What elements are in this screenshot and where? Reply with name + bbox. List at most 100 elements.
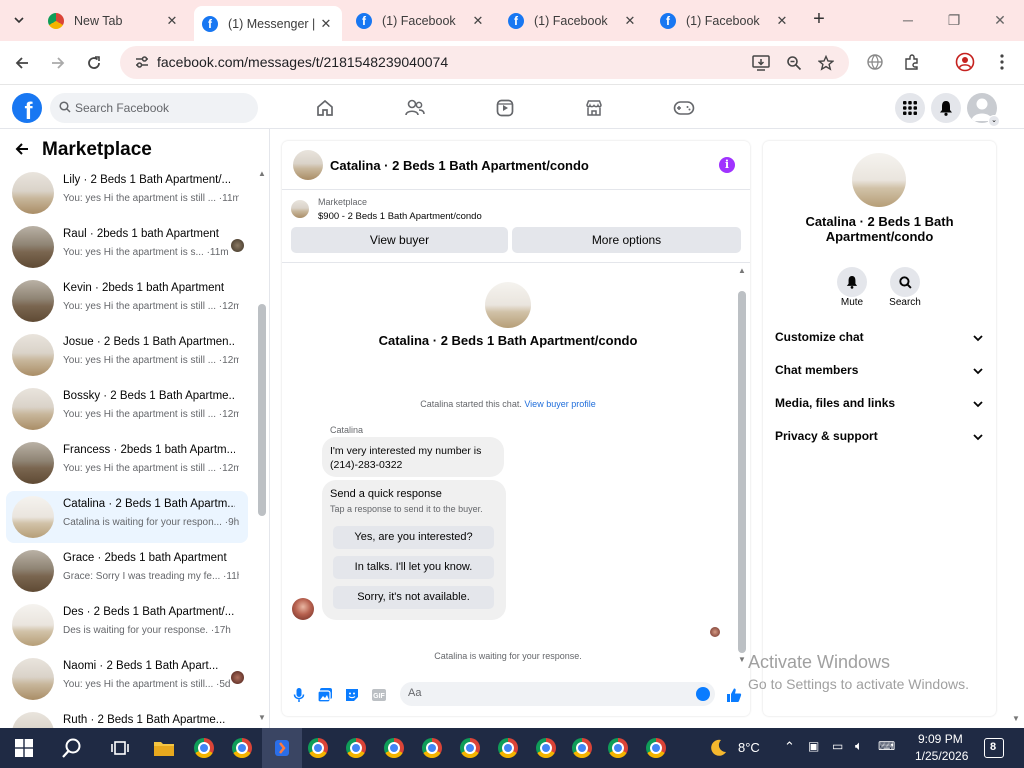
conversation-item[interactable]: Josue · 2 Beds 1 Bath Apartmen... You: y… [6, 329, 248, 381]
view-buyer-profile-link[interactable]: View buyer profile [524, 399, 595, 409]
chrome-taskbar-icon[interactable] [534, 736, 558, 760]
keyboard-icon[interactable]: ⌨︎ [878, 739, 895, 753]
emoji-icon[interactable] [696, 687, 710, 701]
view-buyer-button[interactable]: View buyer [291, 227, 508, 253]
tab-facebook-3[interactable]: f (1) Facebook ✕ [652, 6, 798, 35]
conversation-item[interactable]: Naomi · 2 Beds 1 Bath Apart... You: yes … [6, 653, 248, 705]
volume-icon[interactable]: 🔈︎ [855, 738, 863, 754]
contact-avatar[interactable] [852, 153, 906, 207]
chat-title[interactable]: Catalina · 2 Beds 1 Bath Apartment/condo [330, 158, 589, 173]
sticker-icon[interactable] [344, 687, 360, 703]
listing-title[interactable]: $900 - 2 Beds 1 Bath Apartment/condo [318, 211, 482, 222]
new-tab-button[interactable]: + [808, 9, 830, 31]
conversation-item[interactable]: Des · 2 Beds 1 Bath Apartment/... Des is… [6, 599, 248, 651]
friends-icon[interactable] [404, 97, 426, 119]
marketplace-icon[interactable] [583, 97, 605, 119]
message-input[interactable]: Aa [400, 682, 715, 706]
zoom-icon[interactable] [785, 54, 803, 72]
chevron-up-icon[interactable]: ⌃ [784, 739, 795, 755]
photo-icon[interactable] [317, 687, 333, 703]
kebab-menu-icon[interactable] [992, 52, 1012, 72]
close-icon[interactable]: ✕ [774, 13, 790, 29]
scroll-up-arrow[interactable]: ▲ [258, 169, 266, 178]
search-button[interactable] [890, 267, 920, 297]
quick-reply-button[interactable]: Yes, are you interested? [333, 526, 494, 549]
close-icon[interactable]: ✕ [318, 16, 334, 32]
chrome-taskbar-icon[interactable] [570, 736, 594, 760]
back-arrow-icon[interactable] [14, 141, 34, 161]
tab-new-tab[interactable]: New Tab ✕ [40, 6, 188, 35]
conversation-item[interactable]: Ruth · 2 Beds 1 Bath Apartme... [6, 707, 248, 728]
install-app-icon[interactable] [752, 54, 770, 72]
scrollbar-thumb[interactable] [258, 304, 266, 516]
bookmark-star-icon[interactable] [817, 54, 835, 72]
gif-icon[interactable]: GIF [371, 687, 387, 703]
chrome-taskbar-icon[interactable] [382, 736, 406, 760]
chrome-taskbar-icon[interactable] [306, 736, 330, 760]
chevron-down-icon[interactable]: ⌄ [988, 115, 1000, 127]
thumbs-up-icon[interactable] [726, 687, 742, 703]
tab-facebook-1[interactable]: f (1) Facebook ✕ [348, 6, 494, 35]
gaming-icon[interactable] [673, 97, 695, 119]
windows-start-icon[interactable] [12, 736, 36, 760]
facebook-search[interactable]: Search Facebook [50, 93, 258, 123]
clock-date[interactable]: 1/25/2026 [915, 749, 968, 763]
chat-avatar[interactable] [293, 150, 323, 180]
omnibox[interactable]: facebook.com/messages/t/2181548239040074 [120, 46, 849, 79]
info-icon[interactable]: i [719, 157, 735, 173]
facebook-logo[interactable]: f [12, 93, 42, 123]
conversation-item[interactable]: Grace · 2beds 1 bath Apartment Grace: So… [6, 545, 248, 597]
conversation-item[interactable]: Kevin · 2beds 1 bath Apartment You: yes … [6, 275, 248, 327]
quick-reply-button[interactable]: Sorry, it's not available. [333, 586, 494, 609]
close-icon[interactable]: ✕ [470, 13, 486, 29]
scroll-down-arrow[interactable]: ▼ [258, 713, 266, 722]
search-icon[interactable] [60, 736, 84, 760]
tab-messenger[interactable]: f (1) Messenger | Facebook ✕ [194, 6, 342, 41]
tab-search-button[interactable] [8, 9, 30, 31]
scroll-down-arrow[interactable]: ▼ [738, 655, 746, 664]
tab-facebook-2[interactable]: f (1) Facebook ✕ [500, 6, 646, 35]
more-options-button[interactable]: More options [512, 227, 741, 253]
restore-button[interactable]: ❐ [944, 10, 964, 30]
conversation-item[interactable]: Raul · 2beds 1 bath Apartment You: yes H… [6, 221, 248, 273]
close-window-button[interactable]: ✕ [990, 10, 1010, 30]
minimize-button[interactable]: ─ [898, 10, 918, 30]
clock-time[interactable]: 9:09 PM [918, 732, 963, 746]
chrome-taskbar-icon[interactable] [230, 736, 254, 760]
active-app-icon[interactable] [270, 736, 294, 760]
chrome-taskbar-icon[interactable] [420, 736, 444, 760]
task-view-icon[interactable] [108, 736, 132, 760]
meet-now-icon[interactable]: ▣ [808, 739, 819, 753]
page-scroll-down-arrow[interactable]: ▼ [1012, 714, 1020, 723]
home-icon[interactable] [314, 97, 336, 119]
network-icon[interactable]: ▭ [832, 739, 843, 753]
file-explorer-icon[interactable] [152, 736, 176, 760]
conversation-item-selected[interactable]: Catalina · 2 Beds 1 Bath Apartm... Catal… [6, 491, 248, 543]
url-text[interactable]: facebook.com/messages/t/2181548239040074 [157, 54, 448, 70]
chrome-taskbar-icon[interactable] [458, 736, 482, 760]
site-settings-icon[interactable] [134, 54, 150, 70]
privacy-support-section[interactable]: Privacy & support [763, 420, 996, 453]
chrome-taskbar-icon[interactable] [496, 736, 520, 760]
scrollbar-thumb[interactable] [738, 291, 746, 653]
conversation-item[interactable]: Bossky · 2 Beds 1 Bath Apartme... You: y… [6, 383, 248, 435]
chrome-taskbar-icon[interactable] [606, 736, 630, 760]
close-icon[interactable]: ✕ [622, 13, 638, 29]
profile-icon[interactable] [955, 52, 975, 72]
translate-extension-icon[interactable] [865, 52, 885, 72]
reload-button[interactable] [82, 51, 106, 75]
conversation-item[interactable]: Francess · 2beds 1 bath Apartm... You: y… [6, 437, 248, 489]
chrome-taskbar-icon[interactable] [344, 736, 368, 760]
mute-button[interactable] [837, 267, 867, 297]
chrome-taskbar-icon[interactable] [192, 736, 216, 760]
back-button[interactable] [10, 51, 34, 75]
microphone-icon[interactable] [291, 687, 307, 703]
forward-button[interactable] [46, 51, 70, 75]
customize-chat-section[interactable]: Customize chat [763, 321, 996, 354]
watch-icon[interactable] [494, 97, 516, 119]
scroll-up-arrow[interactable]: ▲ [738, 266, 746, 275]
chrome-taskbar-icon[interactable] [644, 736, 668, 760]
close-icon[interactable]: ✕ [164, 13, 180, 29]
notifications-button[interactable] [931, 93, 961, 123]
chat-members-section[interactable]: Chat members [763, 354, 996, 387]
